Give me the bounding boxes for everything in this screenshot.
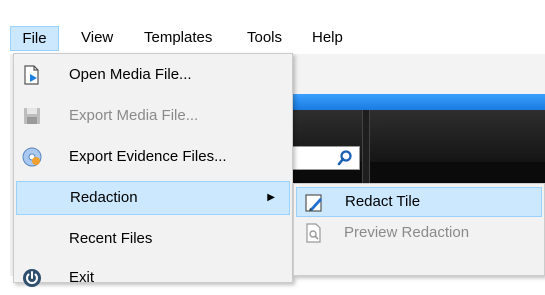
menu-item-label: Exit — [69, 269, 95, 286]
menu-item-redaction[interactable]: Redaction ▶ — [16, 181, 290, 215]
submenu-arrow-icon: ▶ — [267, 192, 275, 203]
open-file-icon — [21, 64, 43, 86]
save-disk-icon — [21, 105, 43, 127]
menu-bar: File View Templates Tools Help — [10, 20, 545, 54]
menu-item-exit[interactable]: Exit — [16, 261, 290, 295]
menu-tools[interactable]: Tools — [247, 27, 282, 49]
menu-item-label: Redaction — [70, 189, 138, 206]
menu-help[interactable]: Help — [312, 27, 343, 49]
menu-item-open-media-file[interactable]: Open Media File... — [16, 58, 290, 92]
screen-top-margin — [0, 0, 545, 20]
search-icon[interactable] — [337, 150, 353, 170]
menu-item-recent-files[interactable]: Recent Files — [16, 222, 290, 256]
menu-view[interactable]: View — [81, 27, 113, 49]
power-icon — [21, 267, 43, 289]
export-disc-icon — [21, 146, 43, 168]
menu-templates[interactable]: Templates — [144, 27, 212, 49]
menu-item-label: Recent Files — [69, 230, 153, 247]
file-menu-dropdown: Open Media File... Export Media File... … — [13, 53, 293, 287]
menu-item-label: Open Media File... — [69, 66, 192, 83]
menu-file[interactable]: File — [10, 26, 59, 51]
screen-left-margin — [0, 20, 10, 276]
redaction-submenu: Redact Tile Preview Redaction — [293, 183, 545, 276]
menu-item-label: Redact Tile — [345, 193, 421, 210]
preview-document-icon — [302, 222, 324, 244]
menu-item-label: Preview Redaction — [344, 224, 470, 241]
menu-item-label: Export Evidence Files... — [69, 148, 227, 165]
menu-item-label: Export Media File... — [69, 107, 199, 124]
menu-item-preview-redaction[interactable]: Preview Redaction — [296, 218, 542, 248]
menu-item-export-media-file[interactable]: Export Media File... — [16, 99, 290, 133]
menu-item-redact-tile[interactable]: Redact Tile — [296, 187, 542, 217]
redact-tile-icon — [303, 192, 325, 214]
menu-item-export-evidence-files[interactable]: Export Evidence Files... — [16, 140, 290, 174]
